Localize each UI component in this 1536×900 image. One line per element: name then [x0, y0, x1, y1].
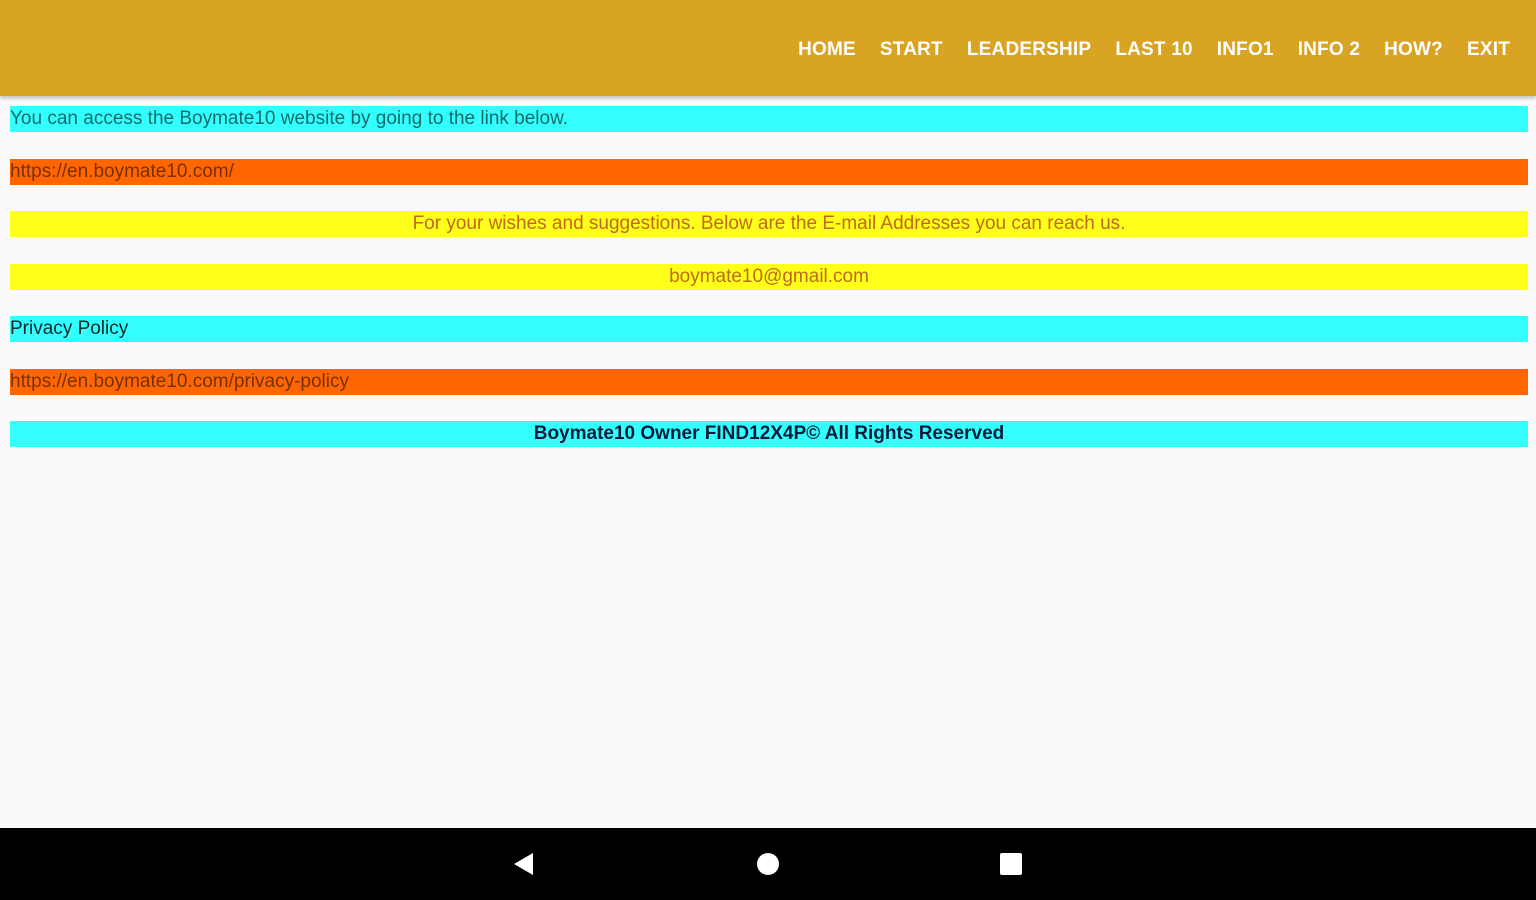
home-icon — [757, 853, 779, 875]
app-bar: HOME START LEADERSHIP LAST 10 INFO1 INFO… — [0, 0, 1536, 96]
back-icon — [514, 853, 533, 875]
menu-exit[interactable]: EXIT — [1455, 39, 1522, 61]
wishes-text: For your wishes and suggestions. Below a… — [10, 211, 1528, 237]
website-link[interactable]: https://en.boymate10.com/ — [10, 158, 1528, 185]
home-button[interactable] — [732, 828, 804, 900]
menu-leadership[interactable]: LEADERSHIP — [955, 39, 1103, 61]
menu-info1[interactable]: INFO1 — [1205, 39, 1286, 61]
top-menu: HOME START LEADERSHIP LAST 10 INFO1 INFO… — [786, 0, 1522, 100]
email-address[interactable]: boymate10@gmail.com — [10, 263, 1528, 290]
privacy-link[interactable]: https://en.boymate10.com/privacy-policy — [10, 368, 1528, 395]
menu-last-10[interactable]: LAST 10 — [1103, 39, 1204, 61]
menu-start[interactable]: START — [868, 39, 955, 61]
recent-apps-icon — [1000, 853, 1022, 875]
menu-how[interactable]: HOW? — [1372, 39, 1455, 61]
recent-apps-button[interactable] — [975, 828, 1047, 900]
menu-info-2[interactable]: INFO 2 — [1286, 39, 1372, 61]
access-text: You can access the Boymate10 website by … — [10, 106, 1528, 132]
back-button[interactable] — [488, 828, 560, 900]
system-nav-bar — [0, 828, 1536, 900]
privacy-label: Privacy Policy — [10, 316, 1528, 342]
copyright-footer: Boymate10 Owner FIND12X4P© All Rights Re… — [10, 421, 1528, 447]
menu-home[interactable]: HOME — [786, 39, 868, 61]
info-content: You can access the Boymate10 website by … — [10, 106, 1528, 474]
